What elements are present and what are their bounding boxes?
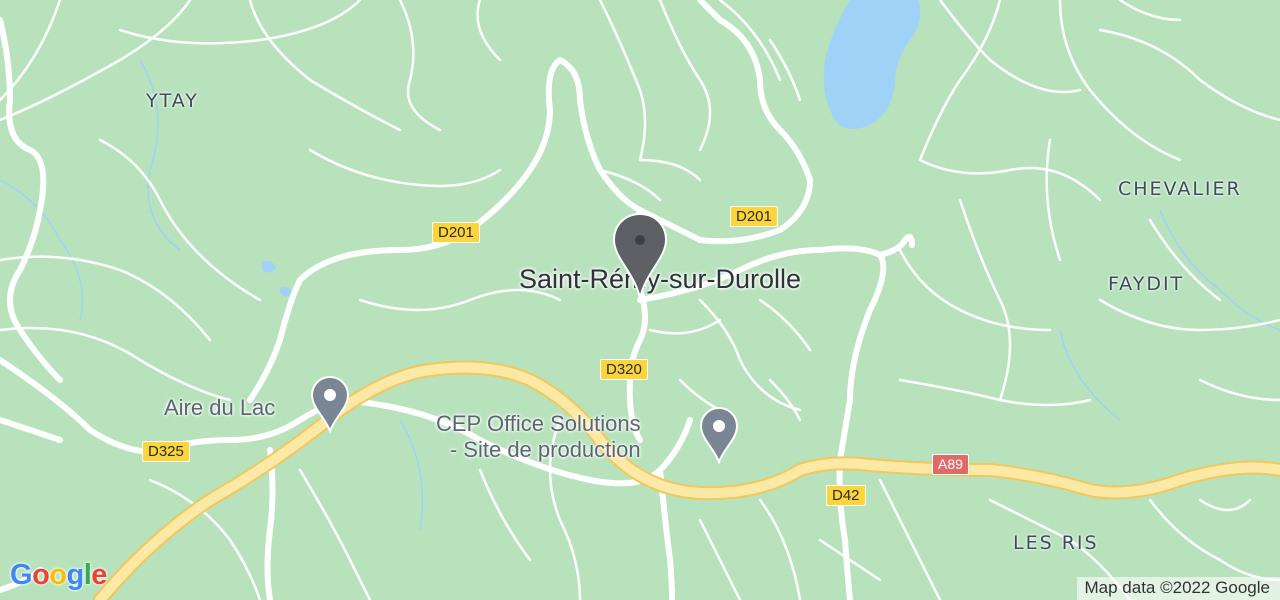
place-label-les-ris: LES RIS (1013, 532, 1099, 554)
map-canvas[interactable]: YTAY CHEVALIER FAYDIT LES RIS D201 D201 … (0, 0, 1280, 600)
road-shield-d320: D320 (600, 359, 648, 380)
logo-letter: G (10, 559, 33, 591)
road-shield-d42: D42 (826, 485, 866, 506)
road-shield-d201: D201 (432, 222, 480, 243)
road-shield-d201: D201 (730, 206, 778, 227)
poi-label-cep-office-solutions[interactable]: CEP Office Solutions - Site de productio… (436, 411, 641, 463)
poi-label-line: - Site de production (449, 437, 641, 462)
road-shield-a89: A89 (932, 454, 969, 475)
google-logo[interactable]: Google (10, 559, 107, 592)
place-label-faydit: FAYDIT (1108, 273, 1185, 295)
map-attribution[interactable]: Map data ©2022 Google (1076, 577, 1280, 600)
logo-letter: e (91, 559, 107, 591)
place-label-chevalier: CHEVALIER (1118, 178, 1242, 200)
place-label-ytay: YTAY (146, 90, 199, 112)
logo-letter: o (49, 559, 67, 591)
poi-pin-icon[interactable] (310, 375, 350, 433)
logo-letter: g (66, 559, 85, 591)
road-shield-d325: D325 (142, 441, 190, 462)
location-pin-icon[interactable] (612, 212, 668, 300)
poi-pin-icon[interactable] (699, 406, 739, 464)
poi-label-aire-du-lac[interactable]: Aire du Lac (164, 395, 275, 421)
logo-letter: o (32, 559, 50, 591)
poi-label-line: CEP Office Solutions (436, 411, 641, 436)
